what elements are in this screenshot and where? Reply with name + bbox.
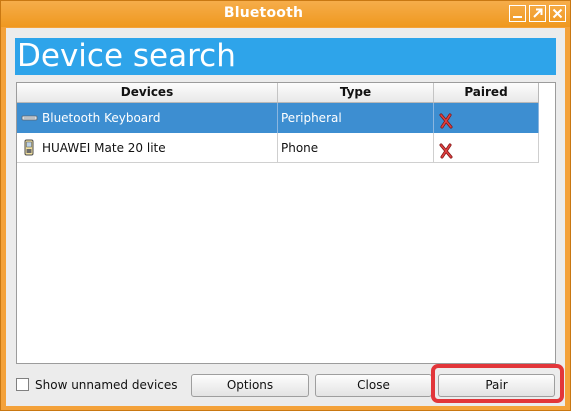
x-mark-icon (438, 140, 454, 159)
table-row[interactable]: Bluetooth Keyboard Peripheral (17, 103, 539, 133)
x-mark-icon (438, 110, 454, 129)
close-button[interactable]: Close (315, 374, 432, 397)
window-title: Bluetooth (223, 5, 304, 21)
column-header-type[interactable]: Type (278, 83, 434, 102)
type-cell: Peripheral (278, 103, 434, 133)
column-header-paired[interactable]: Paired (434, 83, 539, 102)
pair-button[interactable]: Pair (438, 374, 555, 397)
close-icon[interactable] (549, 5, 566, 22)
bluetooth-window: Bluetooth Device search Devices Type Pai… (0, 0, 571, 411)
device-name: Bluetooth Keyboard (42, 111, 161, 125)
show-unnamed-devices-label[interactable]: Show unnamed devices (35, 375, 178, 395)
device-name: HUAWEI Mate 20 lite (42, 141, 166, 155)
paired-cell (434, 133, 539, 163)
maximize-icon[interactable] (529, 5, 546, 22)
keyboard-icon (21, 103, 39, 133)
phone-icon (21, 133, 39, 163)
column-header-devices[interactable]: Devices (17, 83, 278, 102)
device-cell: HUAWEI Mate 20 lite (17, 133, 278, 163)
dialog-body: Device search Devices Type Paired Blueto… (6, 28, 565, 406)
table-header: Devices Type Paired (17, 83, 539, 103)
paired-cell (434, 103, 539, 133)
device-table: Devices Type Paired Bluetooth Keyboard P… (16, 82, 556, 364)
type-cell: Phone (278, 133, 434, 163)
device-cell: Bluetooth Keyboard (17, 103, 278, 133)
table-row[interactable]: HUAWEI Mate 20 lite Phone (17, 133, 539, 163)
minimize-icon[interactable] (509, 5, 526, 22)
show-unnamed-devices-checkbox[interactable] (16, 378, 29, 391)
options-button[interactable]: Options (191, 374, 309, 397)
page-title: Device search (15, 38, 556, 75)
title-bar[interactable]: Bluetooth (1, 1, 570, 27)
button-bar: Show unnamed devices Options Close Pair (6, 364, 565, 403)
